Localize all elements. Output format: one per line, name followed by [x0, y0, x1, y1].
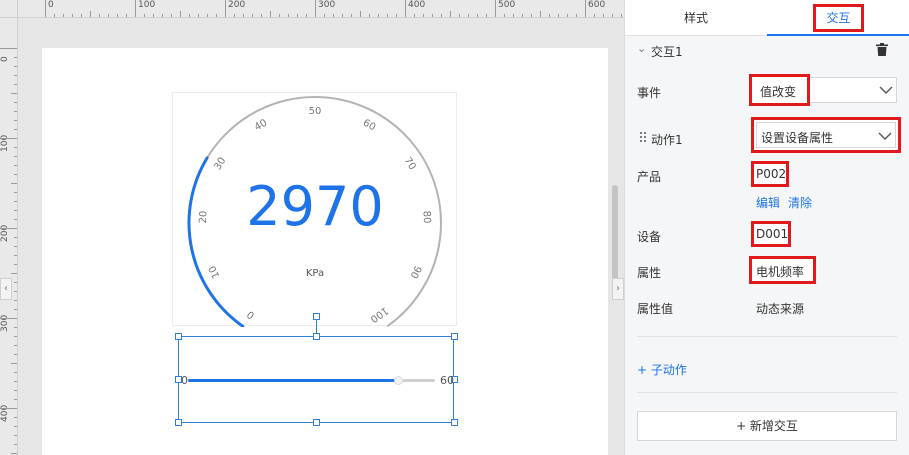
resize-handle-bottom-right[interactable]: [451, 419, 458, 426]
ruler-tick: [11, 363, 17, 364]
collapse-left-icon[interactable]: ‹: [0, 278, 12, 300]
ruler-tick: [11, 453, 17, 454]
gauge-tick-label: 50: [309, 106, 322, 117]
ruler-tick: [90, 11, 91, 17]
ruler-tick: [0, 318, 17, 319]
properties-panel: 样式 交互 ⌄ 交互1 事件 值改变 动作1 设置设备属性 产品 P002 编辑…: [624, 0, 909, 455]
product-value: P002: [756, 167, 787, 181]
ruler-tick: [0, 48, 17, 49]
resize-handle-top-right[interactable]: [451, 333, 458, 340]
chevron-down-icon[interactable]: ⌄: [637, 42, 646, 55]
event-label: 事件: [637, 86, 662, 100]
ruler-label: 400: [408, 0, 426, 10]
action-label: 动作1: [651, 133, 683, 147]
ruler-tick: [0, 408, 17, 409]
device-label: 设备: [637, 230, 662, 244]
collapse-right-icon[interactable]: ›: [612, 278, 624, 300]
resize-handle-top[interactable]: [313, 333, 320, 340]
resize-handle-bottom[interactable]: [313, 419, 320, 426]
ruler-tick: [180, 11, 181, 17]
gauge-tick-label: 60: [361, 118, 377, 134]
panel-tabs: 样式 交互: [625, 0, 909, 36]
horizontal-ruler: 0 100 200 300 400 500 600: [0, 0, 624, 18]
gauge-tick-label: 20: [198, 210, 210, 223]
ruler-tick: [11, 273, 17, 274]
product-edit-link[interactable]: 编辑: [756, 194, 780, 211]
ruler-label: 0: [0, 56, 10, 62]
gauge-tick-label: 90: [408, 264, 423, 280]
trash-icon[interactable]: [876, 43, 888, 56]
canvas-scrollbar[interactable]: [612, 185, 618, 280]
resize-handle-bottom-left[interactable]: [175, 419, 182, 426]
ruler-tick: [11, 183, 17, 184]
ruler-label: 100: [138, 0, 156, 10]
device-value: D001: [756, 227, 789, 241]
ruler-corner: [0, 0, 18, 18]
ruler-tick: [11, 93, 17, 94]
resize-handle-top-left[interactable]: [175, 333, 182, 340]
ruler-tick: [360, 11, 361, 17]
tab-style[interactable]: 样式: [625, 0, 767, 36]
tab-interaction[interactable]: 交互: [767, 0, 909, 36]
rotate-handle[interactable]: [313, 313, 320, 320]
ruler-tick: [135, 0, 136, 17]
ruler-tick: [315, 0, 316, 17]
ruler-label: 500: [498, 0, 516, 10]
attribute-value-label: 属性值: [637, 302, 674, 316]
ruler-label: 600: [588, 0, 606, 10]
add-interaction-button[interactable]: + 新增交互: [637, 411, 897, 441]
ruler-tick: [0, 138, 17, 139]
interaction-group-title: 交互1: [651, 45, 683, 59]
ruler-label: 0: [48, 0, 54, 10]
slider-max-label: 60: [440, 374, 454, 387]
divider: [637, 336, 897, 337]
ruler-tick: [45, 0, 46, 17]
action-select-value: 设置设备属性: [761, 131, 834, 145]
ruler-tick: [585, 0, 586, 17]
slider-min-label: 0: [181, 374, 188, 387]
gauge-tick-label: 80: [420, 210, 432, 223]
gauge-tick-label: 40: [253, 118, 269, 134]
gauge-tick-label: 0: [245, 308, 257, 321]
tab-interaction-label: 交互: [813, 4, 864, 32]
chevron-down-icon[interactable]: [879, 86, 893, 94]
ruler-tick: [405, 0, 406, 17]
gauge-tick-label: 70: [402, 156, 418, 173]
ruler-tick: [0, 228, 17, 229]
ruler-tick: [270, 11, 271, 17]
divider: [637, 392, 897, 393]
interaction-group-header[interactable]: ⌄ 交互1: [625, 38, 909, 62]
gauge-fill-arc: [187, 156, 245, 327]
gauge-unit: KPa: [306, 268, 324, 279]
ruler-tick: [450, 11, 451, 17]
ruler-tick: [495, 0, 496, 17]
add-sub-action-link[interactable]: + 子动作: [637, 361, 687, 378]
attribute-value-source[interactable]: 动态来源: [756, 300, 804, 317]
gauge-svg: 0 10 20 30 40 50 60 70 80 90 100 2970 KPa: [187, 96, 442, 327]
vertical-ruler: 0 100 200 300 400: [0, 18, 18, 455]
slider-fill: [188, 379, 398, 382]
event-select-value: 值改变: [760, 85, 797, 99]
ruler-tick: [540, 11, 541, 17]
gauge-tick-label: 100: [368, 304, 390, 324]
attribute-label: 属性: [637, 266, 662, 280]
ruler-label: 300: [318, 0, 336, 10]
ruler-label: 200: [228, 0, 246, 10]
chevron-down-icon[interactable]: [878, 132, 892, 140]
attribute-value: 电机频率: [756, 265, 805, 279]
drag-handle-icon[interactable]: [639, 131, 647, 143]
gauge-tick-label: 30: [212, 156, 228, 173]
ruler-tick: [225, 0, 226, 17]
gauge-value: 2970: [246, 175, 383, 238]
gauge-tick-label: 10: [207, 264, 222, 280]
product-clear-link[interactable]: 清除: [788, 194, 812, 211]
product-label: 产品: [637, 170, 662, 184]
gauge-widget[interactable]: 0 10 20 30 40 50 60 70 80 90 100 2970 KPa: [172, 92, 457, 327]
slider-thumb[interactable]: [394, 376, 403, 385]
